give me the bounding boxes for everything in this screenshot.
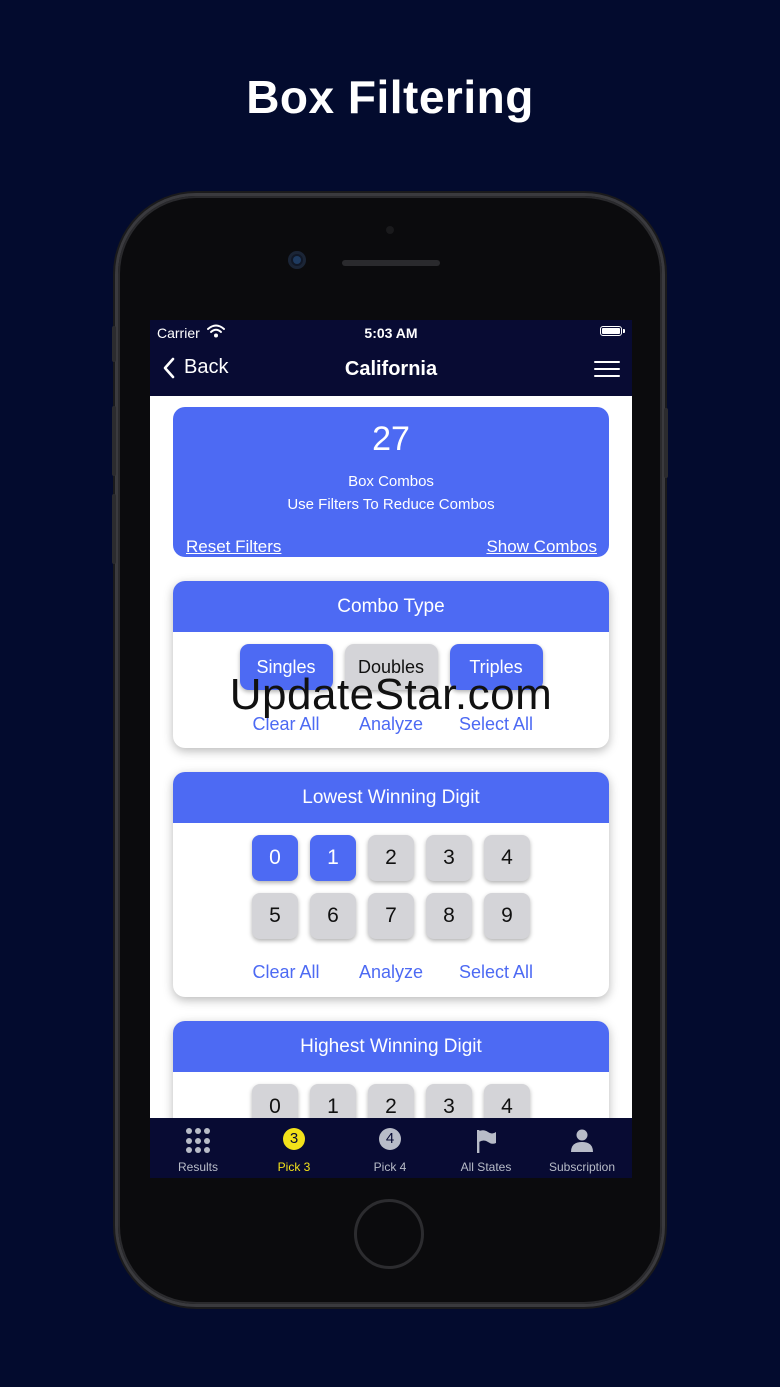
lowest-select-all-button[interactable]: Select All — [441, 962, 551, 983]
app-screen: Carrier 5:03 AM Back California 27 Box C… — [150, 320, 632, 1178]
highest-digit-1[interactable]: 1 — [310, 1084, 356, 1118]
reset-filters-link[interactable]: Reset Filters — [186, 537, 281, 557]
lowest-digit-card: Lowest Winning Digit 0 1 2 3 4 5 6 7 8 9… — [173, 772, 609, 997]
home-button[interactable] — [354, 1199, 424, 1269]
proximity-sensor — [386, 226, 394, 234]
combo-type-header: Combo Type — [173, 581, 609, 632]
tab-results-label: Results — [177, 1160, 218, 1174]
tab-all-states[interactable]: All States — [438, 1118, 534, 1178]
lowest-digit-2[interactable]: 2 — [368, 835, 414, 881]
lowest-digit-1[interactable]: 1 — [310, 835, 356, 881]
lowest-digit-3[interactable]: 3 — [426, 835, 472, 881]
lowest-clear-all-button[interactable]: Clear All — [231, 962, 341, 983]
filter-content[interactable]: 27 Box Combos Use Filters To Reduce Comb… — [150, 396, 632, 1118]
combo-select-all-button[interactable]: Select All — [441, 714, 551, 735]
combo-clear-all-button[interactable]: Clear All — [231, 714, 341, 735]
battery-icon — [600, 326, 625, 336]
combo-summary-card: 27 Box Combos Use Filters To Reduce Comb… — [173, 407, 609, 557]
highest-digit-3[interactable]: 3 — [426, 1084, 472, 1118]
highest-digit-header: Highest Winning Digit — [173, 1021, 609, 1072]
mute-switch — [112, 326, 116, 362]
highest-digit-2[interactable]: 2 — [368, 1084, 414, 1118]
tab-pick3[interactable]: 3 Pick 3 — [246, 1118, 342, 1178]
lowest-digit-5[interactable]: 5 — [252, 893, 298, 939]
tab-subscription[interactable]: Subscription — [534, 1118, 630, 1178]
grid-icon — [186, 1128, 210, 1154]
show-combos-link[interactable]: Show Combos — [486, 537, 597, 557]
person-icon — [571, 1129, 593, 1152]
volume-down-button — [112, 494, 116, 564]
status-bar: Carrier 5:03 AM — [150, 320, 632, 346]
status-time: 5:03 AM — [364, 325, 418, 341]
tab-bar: Results 3 Pick 3 4 Pick 4 All States Sub… — [150, 1118, 632, 1178]
flag-icon — [477, 1130, 496, 1153]
lowest-analyze-button[interactable]: Analyze — [336, 962, 446, 983]
tab-pick4-label: Pick 4 — [373, 1160, 407, 1174]
lowest-digit-9[interactable]: 9 — [484, 893, 530, 939]
triples-toggle[interactable]: Triples — [449, 644, 543, 690]
tab-subscription-label: Subscription — [548, 1160, 616, 1174]
lowest-digit-0[interactable]: 0 — [252, 835, 298, 881]
tab-pick3-label: Pick 3 — [277, 1160, 311, 1174]
lowest-digit-header: Lowest Winning Digit — [173, 772, 609, 823]
tab-results[interactable]: Results — [150, 1118, 246, 1178]
lowest-digit-8[interactable]: 8 — [426, 893, 472, 939]
lowest-digit-6[interactable]: 6 — [310, 893, 356, 939]
combo-count-label: Box Combos — [348, 473, 434, 490]
front-camera — [288, 251, 306, 269]
page-title: California — [344, 358, 438, 380]
tab-pick4[interactable]: 4 Pick 4 — [342, 1118, 438, 1178]
combo-type-card: Combo Type Singles Doubles Triples Clear… — [173, 581, 609, 748]
singles-toggle[interactable]: Singles — [239, 644, 333, 690]
doubles-toggle[interactable]: Doubles — [344, 644, 438, 690]
pick3-icon: 3 — [283, 1128, 305, 1150]
filter-hint: Use Filters To Reduce Combos — [287, 496, 495, 513]
navigation-bar: Carrier 5:03 AM Back California — [150, 320, 632, 396]
combo-count: 27 — [372, 420, 410, 458]
highest-digit-0[interactable]: 0 — [252, 1084, 298, 1118]
promo-headline: Box Filtering — [246, 71, 534, 123]
pick4-icon: 4 — [379, 1128, 401, 1150]
earpiece-speaker — [342, 260, 440, 266]
tab-all-states-label: All States — [460, 1160, 512, 1174]
volume-up-button — [112, 406, 116, 476]
highest-digit-4[interactable]: 4 — [484, 1084, 530, 1118]
lowest-digit-4[interactable]: 4 — [484, 835, 530, 881]
power-button — [664, 408, 668, 478]
highest-digit-card: Highest Winning Digit 0 1 2 3 4 — [173, 1021, 609, 1118]
combo-analyze-button[interactable]: Analyze — [336, 714, 446, 735]
lowest-digit-7[interactable]: 7 — [368, 893, 414, 939]
hamburger-menu-icon[interactable] — [594, 361, 620, 379]
